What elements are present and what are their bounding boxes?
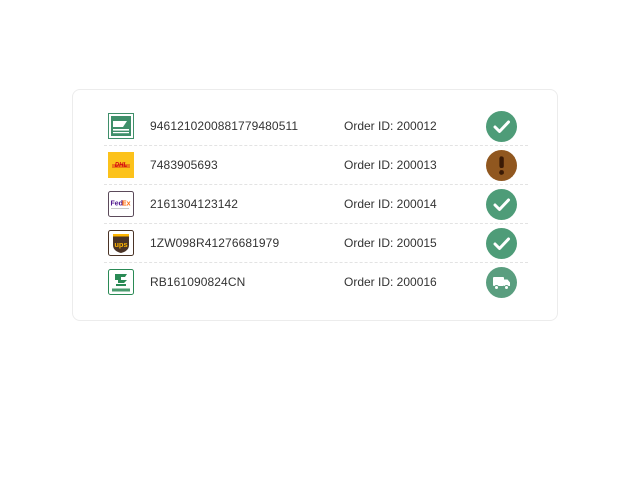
tracking-number: 1ZW098R41276681979 [150,236,280,250]
shipment-row[interactable]: 9461210200881779480511 Order ID: 200012 [104,107,528,146]
svg-text:Ex: Ex [122,201,131,208]
shipment-row[interactable]: Fed Ex 2161304123142 Order ID: 200014 [104,185,528,224]
truck-icon [486,267,517,298]
svg-text:ups: ups [114,240,127,249]
tracking-number: 9461210200881779480511 [150,119,299,133]
shipment-list: 9461210200881779480511 Order ID: 200012 … [104,107,528,302]
ups-icon: ups [108,230,134,256]
tracking-number: 2161304123142 [150,197,239,211]
order-id: Order ID: 200013 [344,158,437,172]
usps-icon [108,113,134,139]
order-id: Order ID: 200012 [344,119,437,133]
check-icon [486,228,517,259]
order-id: Order ID: 200014 [344,197,437,211]
shipment-row[interactable]: DHL 7483905693 Order ID: 200013 [104,146,528,185]
tracking-number: RB161090824CN [150,275,246,289]
shipment-row[interactable]: ups 1ZW098R41276681979 Order ID: 200015 [104,224,528,263]
exclamation-icon [486,150,517,181]
check-icon [486,111,517,142]
check-icon [486,189,517,220]
tracking-number: 7483905693 [150,158,218,172]
order-id: Order ID: 200015 [344,236,437,250]
dhl-icon: DHL [108,152,134,178]
shipment-row[interactable]: RB161090824CN Order ID: 200016 [104,263,528,302]
order-id: Order ID: 200016 [344,275,437,289]
china-post-icon [108,269,134,295]
fedex-icon: Fed Ex [108,191,134,217]
svg-text:DHL: DHL [115,163,128,169]
